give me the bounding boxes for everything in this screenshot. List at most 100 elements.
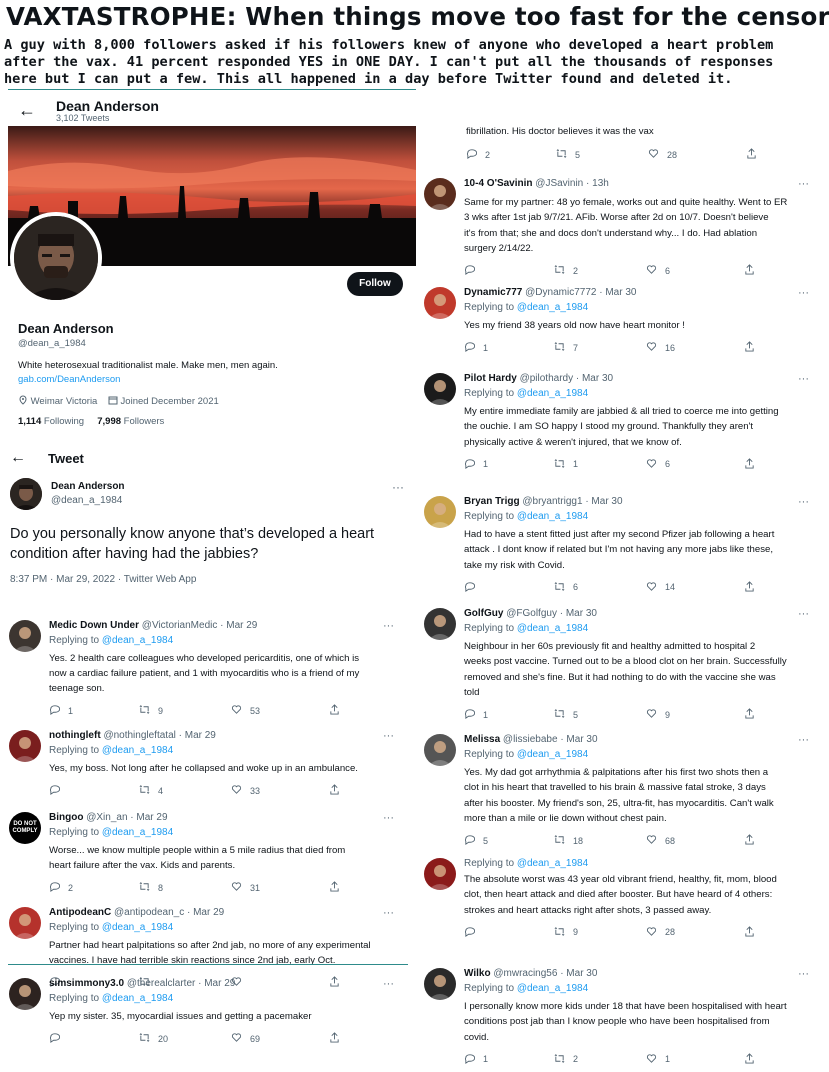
share-icon[interactable] — [329, 784, 340, 797]
retweet-icon[interactable] — [554, 708, 565, 721]
retweet-icon[interactable] — [554, 1053, 565, 1066]
reply-action[interactable]: 1 — [464, 341, 488, 354]
share-action[interactable] — [329, 704, 340, 717]
more-options-icon[interactable]: ··· — [798, 734, 809, 746]
like-icon[interactable] — [646, 458, 657, 471]
more-options-icon[interactable]: ··· — [383, 978, 394, 990]
replying-to-handle[interactable]: @dean_a_1984 — [102, 635, 173, 646]
reply-handle-date[interactable]: @VictorianMedic · Mar 29 — [142, 620, 258, 631]
like-action[interactable]: 14 — [646, 581, 675, 594]
share-action[interactable] — [744, 926, 755, 939]
like-action[interactable]: 53 — [231, 704, 260, 717]
like-icon[interactable] — [231, 704, 242, 717]
reply-action[interactable] — [49, 784, 68, 797]
like-icon[interactable] — [231, 1032, 242, 1045]
retweet-action[interactable]: 4 — [139, 784, 163, 797]
retweet-icon[interactable] — [554, 581, 565, 594]
retweet-icon[interactable] — [139, 704, 150, 717]
reply-handle-date[interactable]: @Dynamic7772 · Mar 30 — [525, 287, 636, 298]
share-icon[interactable] — [329, 976, 340, 989]
share-icon[interactable] — [744, 458, 755, 471]
like-action[interactable]: 1 — [646, 1053, 670, 1066]
reply-action[interactable]: 5 — [464, 834, 488, 847]
share-action[interactable] — [746, 148, 757, 161]
followers-count[interactable]: 7,998 — [97, 416, 121, 427]
reply-icon[interactable] — [464, 581, 476, 594]
reply-handle-date[interactable]: @lissiebabe · Mar 30 — [503, 734, 598, 745]
reply-icon[interactable] — [464, 834, 476, 847]
reply-icon[interactable] — [464, 1053, 476, 1066]
retweet-action[interactable]: 1 — [554, 458, 578, 471]
share-action[interactable] — [744, 264, 755, 277]
more-options-icon[interactable]: ··· — [798, 287, 809, 299]
reply-avatar[interactable] — [9, 620, 41, 652]
reply-avatar[interactable] — [424, 608, 456, 640]
reply-action[interactable]: 2 — [49, 881, 73, 894]
more-options-icon[interactable]: ··· — [383, 620, 394, 632]
replying-to-handle[interactable]: @dean_a_1984 — [517, 302, 588, 313]
reply-avatar[interactable] — [9, 978, 41, 1010]
reply-action[interactable]: 1 — [464, 708, 488, 721]
retweet-action[interactable]: 9 — [554, 926, 578, 939]
retweet-icon[interactable] — [554, 834, 565, 847]
share-icon[interactable] — [744, 1053, 755, 1066]
reply-author-name[interactable]: 10-4 O'Savinin — [464, 178, 533, 189]
profile-link[interactable]: gab.com/DeanAnderson — [18, 374, 120, 385]
like-action[interactable]: 16 — [646, 341, 675, 354]
reply-icon[interactable] — [49, 784, 61, 797]
share-icon[interactable] — [744, 341, 755, 354]
reply-action[interactable] — [49, 1032, 68, 1045]
tweet-back-arrow-icon[interactable]: ← — [10, 449, 26, 467]
replying-to-handle[interactable]: @dean_a_1984 — [102, 745, 173, 756]
retweet-action[interactable]: 5 — [554, 708, 578, 721]
share-action[interactable] — [329, 881, 340, 894]
tweet-author-handle[interactable]: @dean_a_1984 — [51, 495, 122, 506]
replying-to-handle[interactable]: @dean_a_1984 — [517, 858, 588, 869]
reply-icon[interactable] — [464, 708, 476, 721]
share-action[interactable] — [744, 708, 755, 721]
retweet-icon[interactable] — [554, 341, 565, 354]
reply-handle-date[interactable]: @mwracing56 · Mar 30 — [493, 968, 597, 979]
share-action[interactable] — [744, 834, 755, 847]
tweet-author-name[interactable]: Dean Anderson — [51, 481, 125, 492]
share-action[interactable] — [744, 458, 755, 471]
like-action[interactable]: 6 — [646, 264, 670, 277]
reply-action[interactable]: 1 — [49, 704, 73, 717]
reply-avatar[interactable] — [424, 287, 456, 319]
profile-avatar[interactable] — [10, 212, 102, 304]
replying-to-handle[interactable]: @dean_a_1984 — [517, 983, 588, 994]
reply-action[interactable]: 2 — [466, 148, 490, 161]
more-options-icon[interactable]: ··· — [383, 812, 394, 824]
reply-avatar[interactable] — [424, 858, 456, 890]
share-icon[interactable] — [744, 834, 755, 847]
replying-to-handle[interactable]: @dean_a_1984 — [517, 623, 588, 634]
replying-to-handle[interactable]: @dean_a_1984 — [517, 749, 588, 760]
followers-label[interactable]: Followers — [124, 416, 165, 427]
replying-to-handle[interactable]: @dean_a_1984 — [517, 388, 588, 399]
like-action[interactable]: 31 — [231, 881, 260, 894]
reply-avatar[interactable] — [9, 730, 41, 762]
reply-action[interactable] — [464, 581, 483, 594]
reply-author-name[interactable]: Pilot Hardy — [464, 373, 517, 384]
like-icon[interactable] — [646, 264, 657, 277]
replying-to-handle[interactable]: @dean_a_1984 — [102, 827, 173, 838]
share-icon[interactable] — [744, 264, 755, 277]
like-action[interactable]: 28 — [646, 926, 675, 939]
retweet-icon[interactable] — [554, 264, 565, 277]
retweet-action[interactable]: 8 — [139, 881, 163, 894]
like-icon[interactable] — [646, 834, 657, 847]
reply-handle-date[interactable]: @Xin_an · Mar 29 — [86, 812, 167, 823]
like-icon[interactable] — [648, 148, 659, 161]
replying-to-handle[interactable]: @dean_a_1984 — [102, 993, 173, 1004]
retweet-action[interactable]: 9 — [139, 704, 163, 717]
tweet-author-avatar[interactable] — [10, 478, 42, 510]
retweet-icon[interactable] — [554, 458, 565, 471]
reply-author-name[interactable]: GolfGuy — [464, 608, 503, 619]
like-icon[interactable] — [646, 341, 657, 354]
reply-icon[interactable] — [464, 264, 476, 277]
share-action[interactable] — [329, 1032, 340, 1045]
share-icon[interactable] — [744, 926, 755, 939]
retweet-action[interactable]: 2 — [554, 264, 578, 277]
like-action[interactable]: 33 — [231, 784, 260, 797]
reply-action[interactable]: 1 — [464, 1053, 488, 1066]
